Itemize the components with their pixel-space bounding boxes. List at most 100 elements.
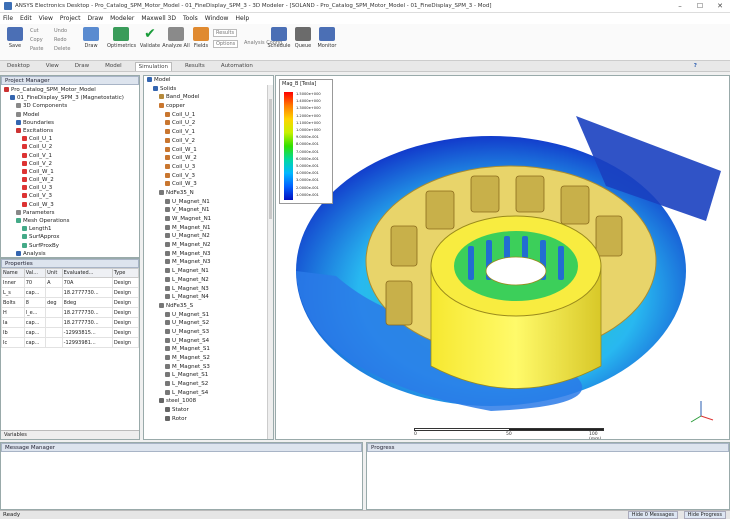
project-tree-item[interactable]: Excitations — [3, 127, 137, 135]
menu-draw[interactable]: Draw — [87, 15, 103, 22]
table-cell[interactable] — [45, 307, 63, 318]
table-row[interactable]: L_s cap... 18.2777730... Design — [1, 287, 139, 298]
column-header[interactable]: Evaluated... — [61, 268, 113, 278]
save-button[interactable]: Save — [2, 27, 28, 57]
model-tree-item[interactable]: M_Magnet_N3 — [144, 250, 273, 259]
table-cell[interactable]: cap... — [23, 287, 47, 298]
menu-maxwell3d[interactable]: Maxwell 3D — [141, 15, 176, 22]
tab-automation[interactable]: Automation — [218, 62, 256, 70]
monitor-button[interactable]: Monitor — [314, 27, 340, 57]
tab-model[interactable]: Model — [102, 62, 125, 70]
draw-button[interactable]: Draw — [78, 27, 104, 57]
model-tree-item[interactable]: copper — [144, 102, 273, 111]
schedule-button[interactable]: Schedule — [266, 27, 292, 57]
project-tree-item[interactable]: Coil_U_1 — [3, 135, 137, 143]
field-legend[interactable]: Mag_B [Tesla] 1.5000e+000 1.4000e+000 1.30… — [279, 79, 333, 204]
model-tree-item[interactable]: NdFe35_N — [144, 189, 273, 198]
model-tree-item[interactable]: L_Magnet_N4 — [144, 293, 273, 302]
project-tree-item[interactable]: Pro_Catalog_SPM_Motor_Model — [3, 86, 137, 94]
tab-desktop[interactable]: Desktop — [4, 62, 33, 70]
maximize-icon[interactable]: ☐ — [690, 2, 710, 10]
model-tree-item[interactable]: Rotor — [144, 415, 273, 424]
table-cell[interactable] — [45, 287, 63, 298]
table-row[interactable]: Bolts 8 deg 8deg Design — [1, 297, 139, 308]
project-tree-item[interactable]: Coil_U_2 — [3, 143, 137, 151]
table-cell[interactable]: cap... — [23, 317, 47, 328]
table-cell[interactable]: -12993815... — [61, 327, 113, 338]
project-tree-item[interactable]: Mesh Operations — [3, 217, 137, 225]
close-icon[interactable]: ✕ — [710, 2, 730, 10]
model-tree-item[interactable]: steel_1008 — [144, 397, 273, 406]
model-tree-item[interactable]: Solids — [144, 85, 273, 94]
options-dropdown[interactable]: Options — [213, 40, 239, 48]
project-tree-item[interactable]: Parameters — [3, 209, 137, 217]
table-cell[interactable]: l_e... — [23, 307, 47, 318]
project-tree-item[interactable]: Length1 — [3, 225, 137, 233]
menu-help[interactable]: Help — [235, 15, 249, 22]
hide-progress-button[interactable]: Hide Progress — [683, 511, 726, 519]
table-row[interactable]: Hl_e... 18.2777730... Design — [1, 307, 139, 318]
analyze-all-button[interactable]: Analyze All — [162, 27, 190, 57]
model-tree-item[interactable]: M_Magnet_S2 — [144, 354, 273, 363]
table-cell[interactable]: -12993981... — [61, 337, 113, 348]
model-tree-item[interactable]: Coil_V_3 — [144, 172, 273, 181]
results-dropdown[interactable]: Results — [213, 29, 238, 37]
model-tree-item[interactable]: Band_Model — [144, 93, 273, 102]
model-tree-item[interactable]: U_Magnet_S2 — [144, 319, 273, 328]
project-tree-item[interactable]: Coil_W_3 — [3, 201, 137, 209]
project-tree-item[interactable]: Coil_U_3 — [3, 184, 137, 192]
project-tree-item[interactable]: Model — [3, 111, 137, 119]
project-tree-item[interactable]: SurfApprox — [3, 233, 137, 241]
project-tree-item[interactable]: Boundaries — [3, 119, 137, 127]
table-cell[interactable]: Bolts — [1, 297, 25, 308]
model-tree-item[interactable]: L_Magnet_N2 — [144, 276, 273, 285]
table-cell[interactable]: Ic — [1, 337, 25, 348]
model-tree-item[interactable]: U_Magnet_N2 — [144, 232, 273, 241]
menu-file[interactable]: File — [3, 15, 13, 22]
tab-results[interactable]: Results — [182, 62, 208, 70]
model-tree-item[interactable]: M_Magnet_N2 — [144, 241, 273, 250]
project-tree-item[interactable]: 3D Components — [3, 102, 137, 110]
table-cell[interactable]: Design — [111, 317, 139, 328]
tab-simulation[interactable]: Simulation — [134, 61, 172, 71]
column-header[interactable]: Name — [1, 268, 25, 278]
column-header[interactable]: Type — [111, 268, 139, 278]
model-tree-item[interactable]: L_Magnet_S4 — [144, 389, 273, 398]
menu-modeler[interactable]: Modeler — [110, 15, 134, 22]
model-tree-item[interactable]: NdFe35_S — [144, 302, 273, 311]
project-tree-item[interactable]: Coil_W_2 — [3, 176, 137, 184]
table-row[interactable]: Inner 70 A 70A Design — [1, 277, 139, 288]
project-tree-item[interactable]: Coil_V_3 — [3, 192, 137, 200]
model-tree-item[interactable]: L_Magnet_N1 — [144, 267, 273, 276]
model-tree-item[interactable]: L_Magnet_N3 — [144, 285, 273, 294]
hide-messages-button[interactable]: Hide 0 Messages — [627, 511, 678, 519]
table-cell[interactable]: L_s — [1, 287, 25, 298]
model-tree-item[interactable]: U_Magnet_S1 — [144, 311, 273, 320]
table-cell[interactable]: 8deg — [61, 297, 113, 308]
project-tree-item[interactable]: Analysis — [3, 250, 137, 257]
table-cell[interactable]: H — [1, 307, 25, 318]
model-tree-item[interactable]: U_Magnet_S4 — [144, 337, 273, 346]
model-tree-item[interactable]: U_Magnet_N1 — [144, 198, 273, 207]
menu-tools[interactable]: Tools — [183, 15, 198, 22]
model-tree-item[interactable]: Coil_W_1 — [144, 146, 273, 155]
table-cell[interactable]: deg — [45, 297, 63, 308]
model-tree-item[interactable]: M_Magnet_S3 — [144, 363, 273, 372]
table-cell[interactable]: Design — [111, 297, 139, 308]
model-tree-item[interactable]: Coil_V_1 — [144, 128, 273, 137]
table-cell[interactable]: 8 — [23, 297, 47, 308]
model-tree-item[interactable]: U_Magnet_S3 — [144, 328, 273, 337]
table-cell[interactable]: Ib — [1, 327, 25, 338]
tab-view[interactable]: View — [43, 62, 62, 70]
scrollbar-thumb[interactable] — [269, 99, 272, 219]
model-tree-item[interactable]: M_Magnet_N1 — [144, 224, 273, 233]
table-row[interactable]: Ib cap... -12993815... Design — [1, 327, 139, 338]
model-tree-item[interactable]: M_Magnet_S1 — [144, 345, 273, 354]
delete-button[interactable]: Delete — [54, 46, 70, 52]
model-tree-scrollbar[interactable] — [267, 85, 273, 439]
table-cell[interactable] — [45, 337, 63, 348]
model-tree-item[interactable]: Coil_W_2 — [144, 154, 273, 163]
menu-edit[interactable]: Edit — [20, 15, 32, 22]
model-tree-item[interactable]: Coil_V_2 — [144, 137, 273, 146]
model-tree-item[interactable]: Coil_U_3 — [144, 163, 273, 172]
